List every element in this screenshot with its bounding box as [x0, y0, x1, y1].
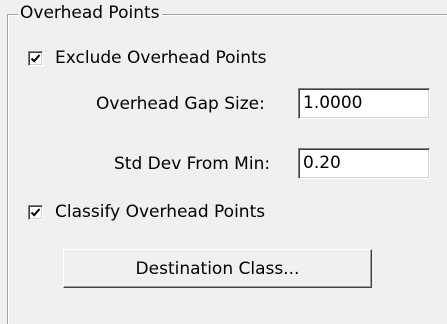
- checkmark-icon: [30, 53, 41, 63]
- destination-class-button[interactable]: Destination Class...: [63, 249, 372, 288]
- exclude-overhead-points-checkbox[interactable]: [28, 50, 43, 66]
- exclude-overhead-points-option[interactable]: Exclude Overhead Points: [28, 48, 267, 68]
- checkmark-icon: [30, 207, 41, 217]
- destination-class-button-label: Destination Class...: [135, 258, 300, 279]
- classify-overhead-points-checkbox[interactable]: [28, 204, 43, 220]
- classify-overhead-points-label: Classify Overhead Points: [55, 202, 266, 222]
- std-dev-from-min-label: Std Dev From Min:: [114, 154, 271, 174]
- classify-overhead-points-option[interactable]: Classify Overhead Points: [28, 202, 265, 222]
- std-dev-from-min-input[interactable]: 0.20: [298, 148, 430, 179]
- exclude-overhead-points-label: Exclude Overhead Points: [55, 48, 267, 68]
- groupbox-title: Overhead Points: [18, 2, 162, 24]
- overhead-gap-size-input[interactable]: 1.0000: [298, 88, 430, 119]
- overhead-gap-size-label: Overhead Gap Size:: [96, 94, 265, 114]
